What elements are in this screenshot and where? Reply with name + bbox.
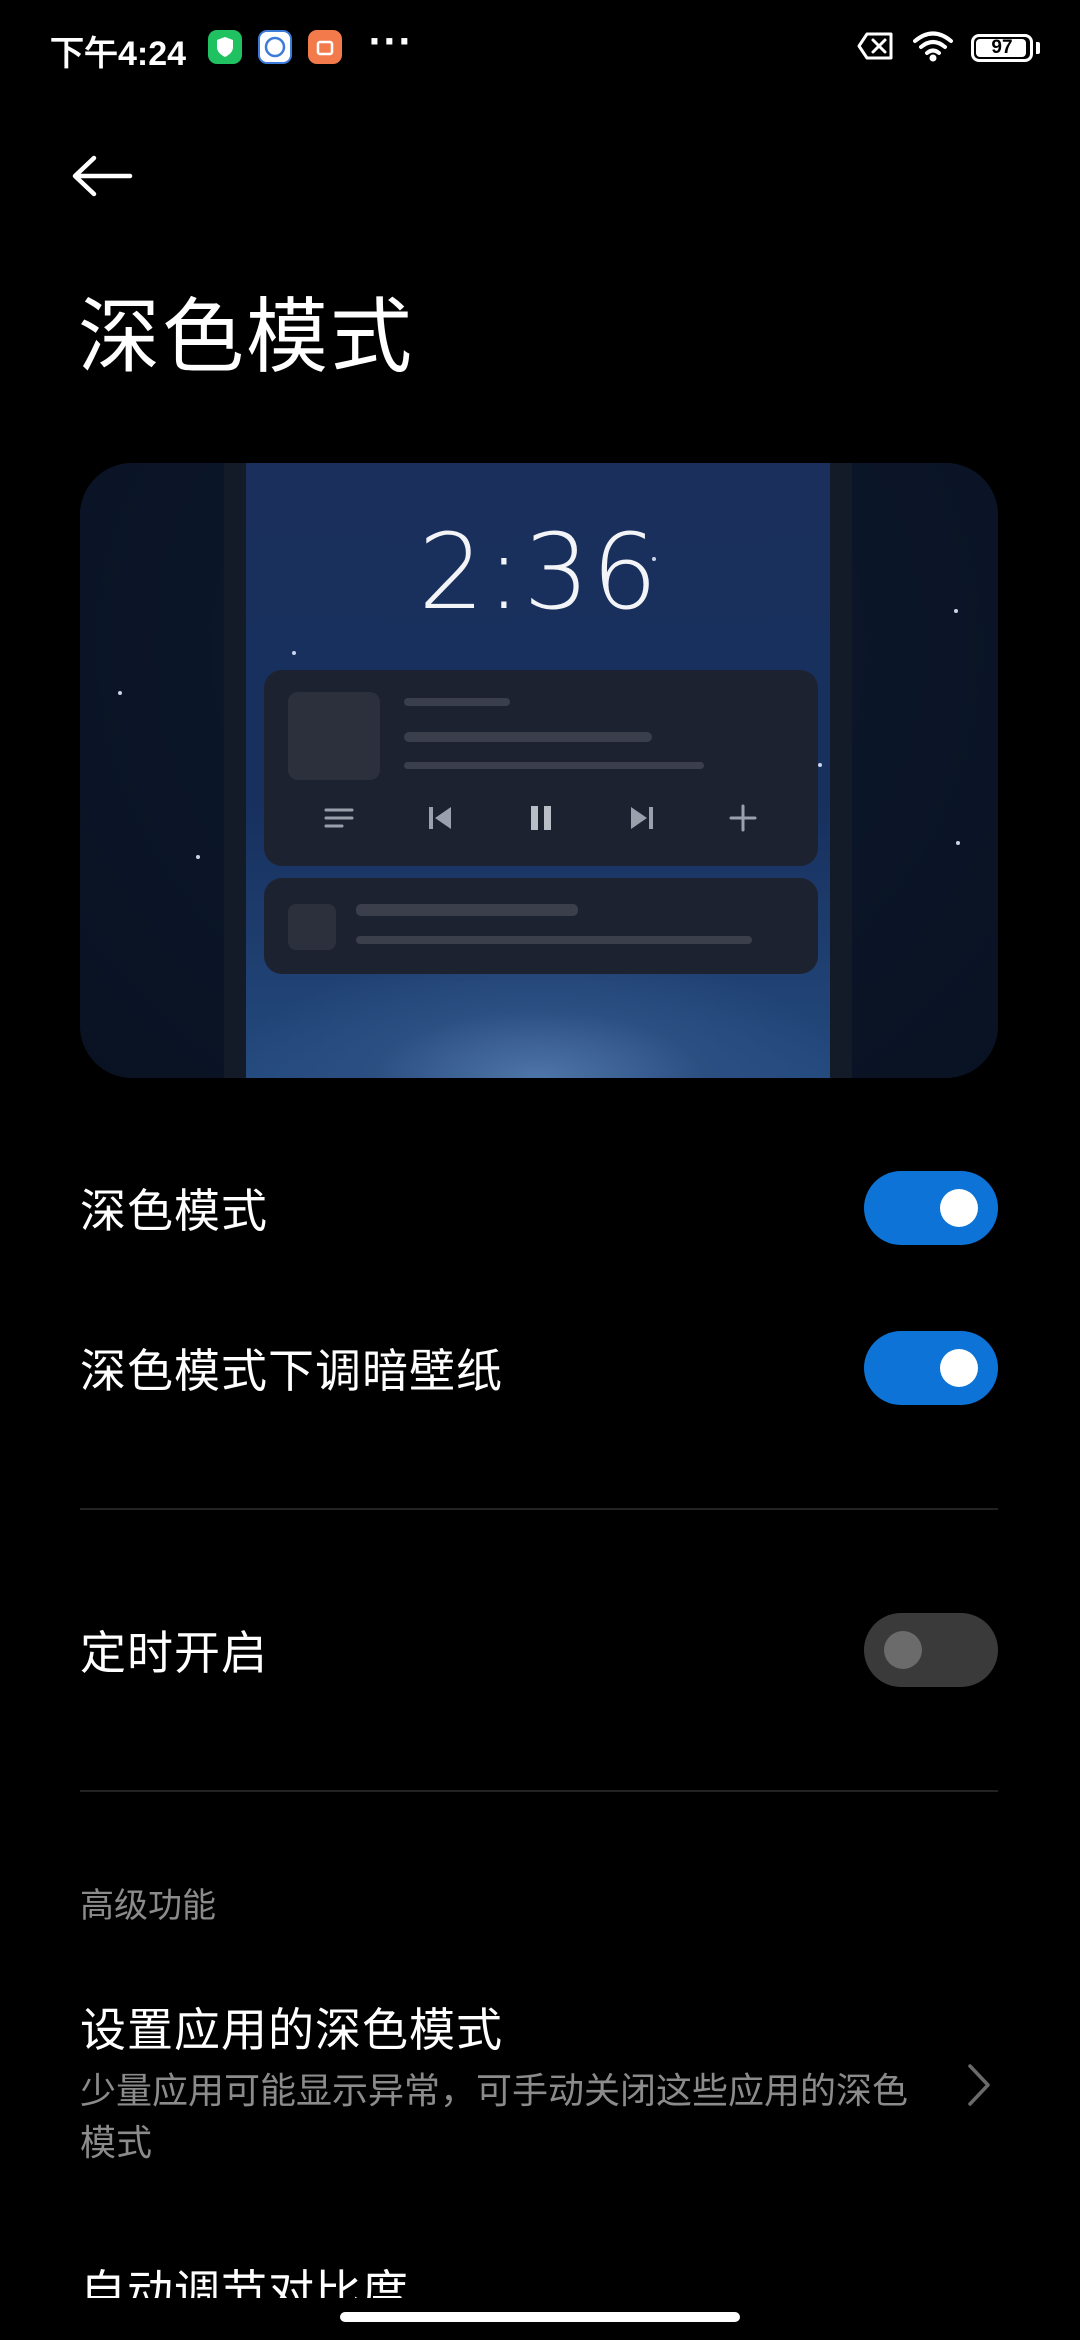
playlist-icon — [319, 798, 359, 838]
page-title: 深色模式 — [78, 290, 415, 385]
preview-text-line — [356, 936, 752, 944]
pause-icon — [521, 798, 561, 838]
star — [196, 855, 200, 859]
dim-wallpaper-row[interactable]: 深色模式下调暗壁纸 — [80, 1313, 998, 1423]
toggle-knob — [884, 1631, 922, 1669]
preview-text-line — [356, 904, 578, 916]
dark-mode-label: 深色模式 — [80, 1184, 268, 1238]
divider — [80, 1790, 998, 1792]
dark-mode-row[interactable]: 深色模式 — [80, 1153, 998, 1263]
battery-nub — [1036, 42, 1040, 54]
status-time: 下午4:24 — [50, 35, 187, 73]
star — [818, 763, 822, 767]
scheduled-label: 定时开启 — [80, 1626, 268, 1680]
chevron-right-icon — [968, 2064, 990, 2106]
toggle-knob — [940, 1349, 978, 1387]
battery-level: 97 — [991, 37, 1013, 58]
arrow-left-icon — [72, 155, 133, 197]
divider — [80, 1508, 998, 1510]
preview-text-line — [404, 732, 652, 742]
preview-lock-time: 2:36 — [418, 511, 660, 633]
system-status-icons: 97 — [857, 30, 1040, 66]
scheduled-row[interactable]: 定时开启 — [80, 1595, 998, 1705]
dark-mode-toggle[interactable] — [864, 1171, 998, 1245]
next-icon — [622, 798, 662, 838]
wifi-icon — [913, 30, 953, 66]
toggle-knob — [940, 1189, 978, 1227]
preview-media-controls — [264, 788, 818, 848]
plus-icon — [723, 798, 763, 838]
battery-icon: 97 — [971, 34, 1033, 62]
dim-wallpaper-label: 深色模式下调暗壁纸 — [80, 1344, 503, 1398]
app-dark-mode-description: 少量应用可能显示异常，可手动关闭这些应用的深色模式 — [80, 2071, 909, 2164]
app-dark-mode-title: 设置应用的深色模式 — [80, 2003, 503, 2057]
preview-thumbnail — [288, 904, 336, 950]
more-notifications-icon: ··· — [368, 22, 413, 62]
browser-app-icon — [258, 30, 292, 64]
app-dark-mode-row[interactable]: 设置应用的深色模式 少量应用可能显示异常，可手动关闭这些应用的深色模式 — [80, 2000, 998, 2170]
section-label-advanced: 高级功能 — [80, 1886, 216, 1926]
star — [292, 651, 296, 655]
no-sim-icon — [857, 31, 895, 65]
status-bar: 下午4:24 ··· 97 — [0, 0, 1080, 96]
preview-wallpaper-landscape — [246, 958, 830, 1078]
dim-wallpaper-toggle[interactable] — [864, 1331, 998, 1405]
preview-notification — [264, 878, 818, 974]
preview-media-notification — [264, 670, 818, 866]
preview-thumbnail — [288, 692, 380, 780]
store-app-icon — [308, 30, 342, 64]
scheduled-toggle[interactable] — [864, 1613, 998, 1687]
star — [956, 841, 960, 845]
back-button[interactable] — [70, 140, 160, 212]
preview-text-line — [404, 762, 704, 769]
security-app-icon — [208, 30, 242, 64]
preview-text-line — [404, 698, 510, 706]
auto-contrast-row[interactable]: 自动调节对比度 — [80, 2262, 409, 2298]
star — [118, 691, 122, 695]
previous-icon — [420, 798, 460, 838]
home-indicator[interactable] — [340, 2312, 740, 2322]
